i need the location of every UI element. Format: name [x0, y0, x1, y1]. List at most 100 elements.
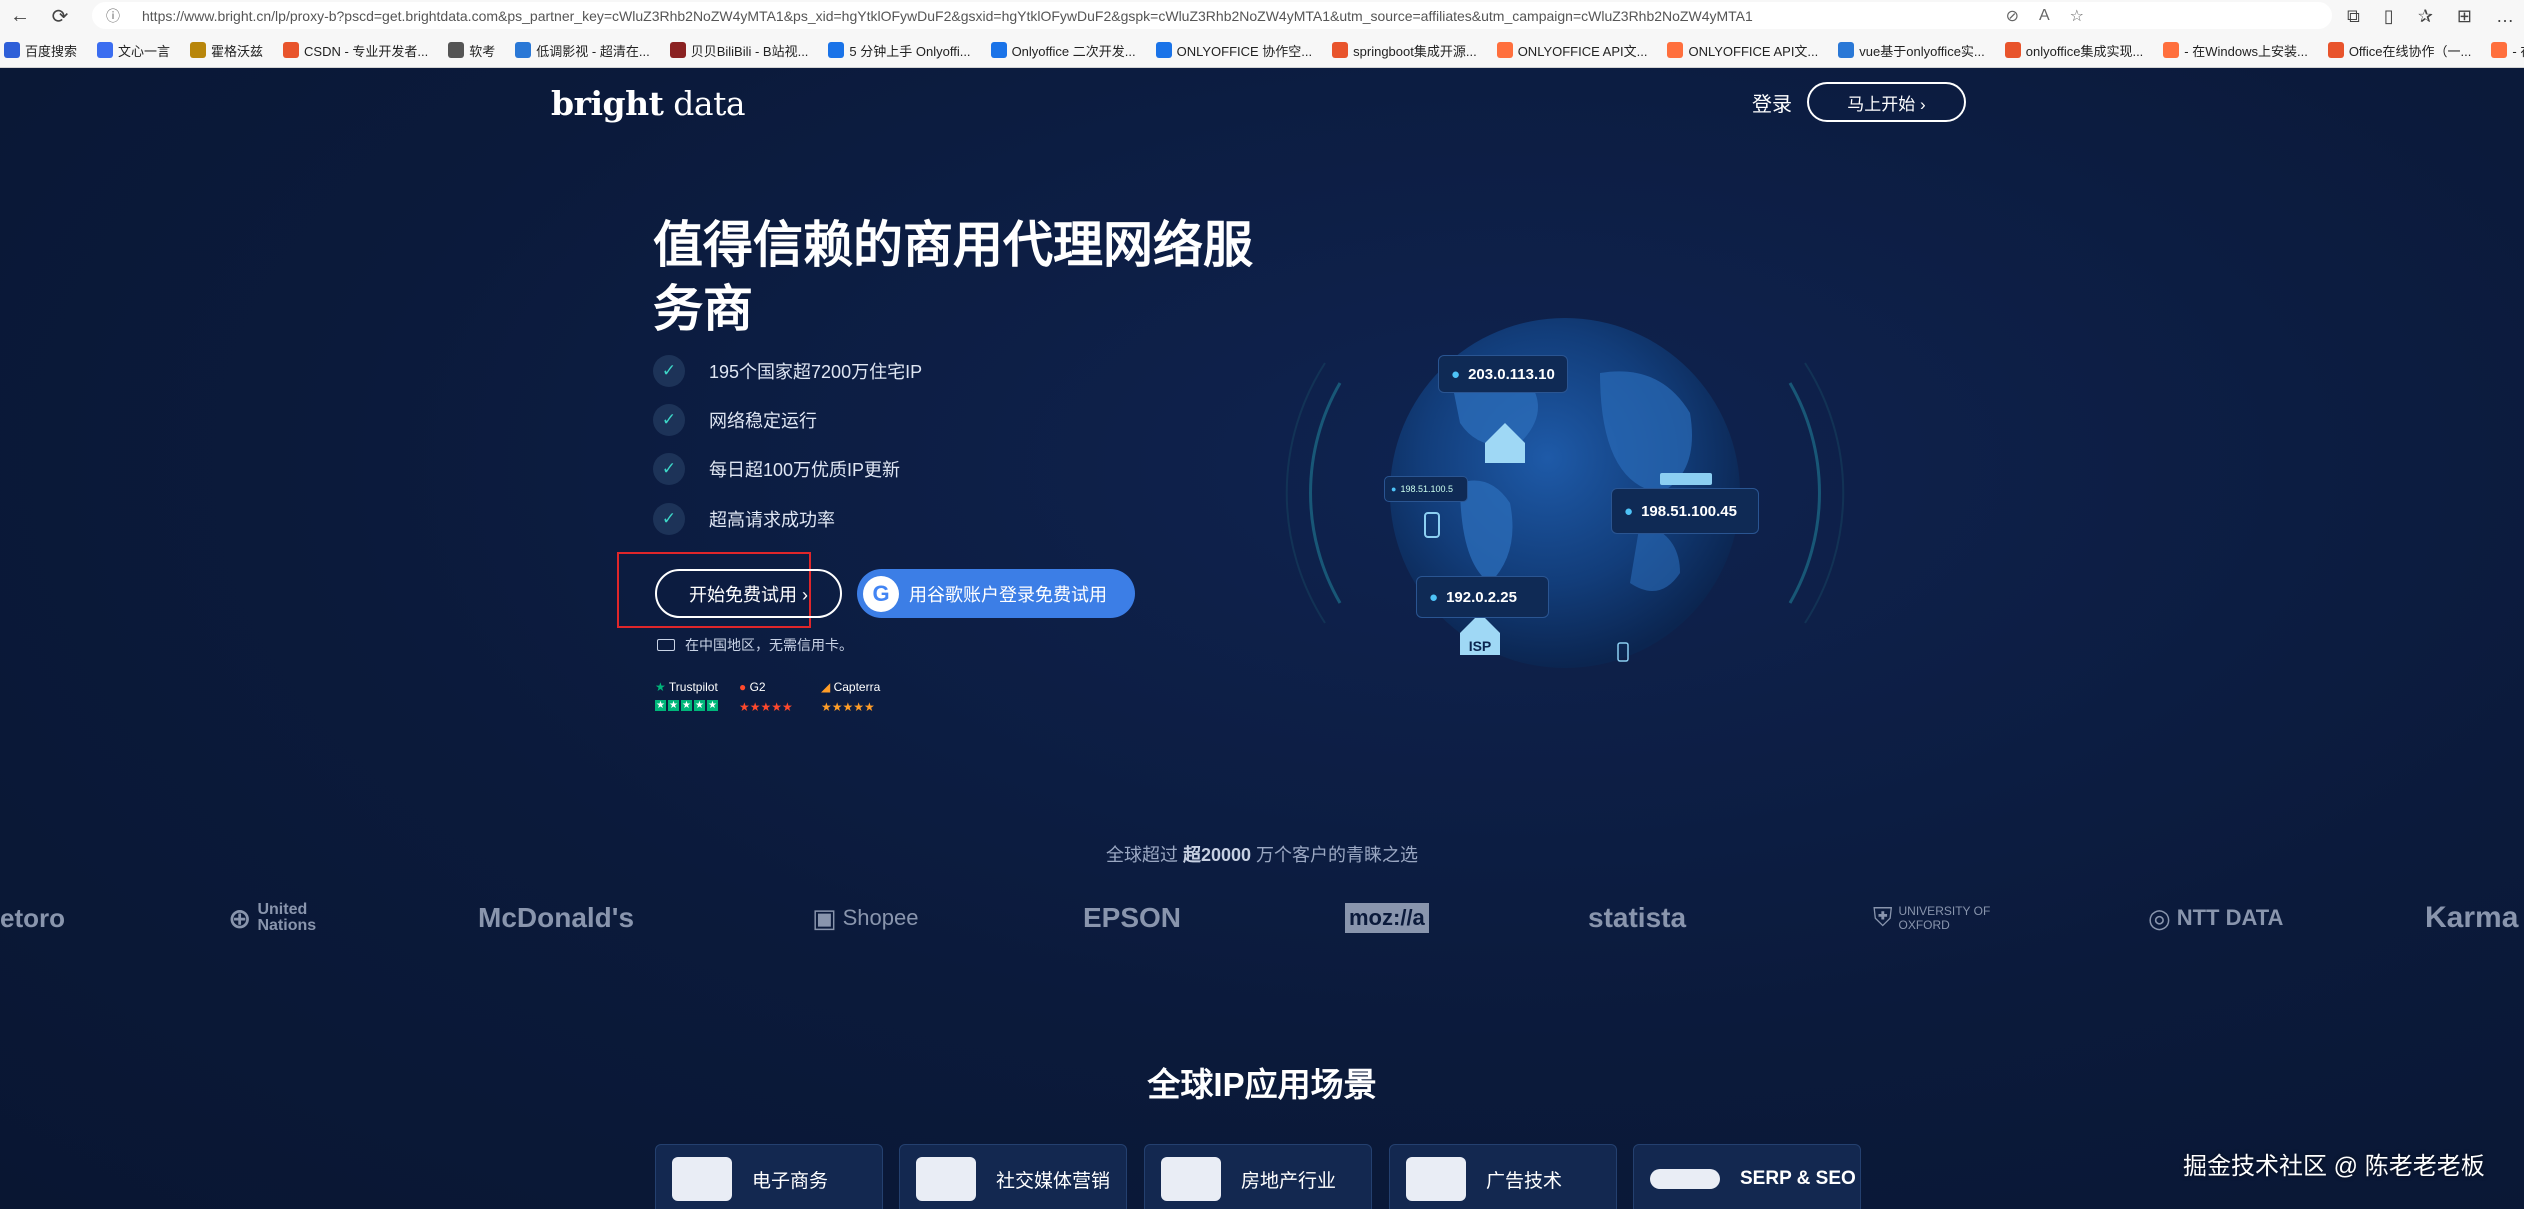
vue-icon [1838, 42, 1855, 58]
feature-item: ✓ 网络稳定运行 [653, 403, 817, 437]
start-free-trial-button[interactable]: 开始免费试用 › [655, 569, 842, 618]
real-estate-icon [1161, 1157, 1221, 1201]
scenes-title: 全球IP应用场景 [1147, 1066, 1377, 1103]
read-aloud-icon[interactable]: A [2039, 7, 2050, 25]
un-emblem-icon: ⊕ [228, 902, 252, 934]
bookmark-item[interactable]: 5 分钟上手 Onlyoffi... [828, 41, 971, 60]
ntt-data-logo: ◎ NTT DATA [2148, 888, 2283, 948]
trustpilot-rating[interactable]: ★ Trustpilot ★ ★ ★ ★ ★ [655, 680, 718, 711]
feature-item: ✓ 195个国家超7200万住宅IP [653, 354, 922, 388]
statista-logo: statista [1588, 902, 1687, 933]
adtech-icon [1406, 1157, 1466, 1201]
bookmark-item[interactable]: 软考 [448, 41, 495, 60]
info-icon[interactable]: ⓘ [106, 6, 122, 26]
star-icon: ★ [681, 700, 692, 711]
feature-item: ✓ 超高请求成功率 [653, 502, 835, 536]
bookmark-label: Office在线协作（一... [2348, 43, 2472, 59]
logo-light-text: data [663, 84, 746, 123]
collections-icon[interactable]: ⊞ [2457, 6, 2472, 27]
folder-icon [448, 42, 465, 58]
check-icon: ✓ [653, 503, 685, 535]
start-now-button[interactable]: 马上开始 › [1807, 82, 1966, 122]
back-icon[interactable]: ← [0, 0, 40, 32]
bookmark-item[interactable]: 贝贝BiliBili - B站视... [669, 41, 809, 60]
film-icon [515, 42, 532, 58]
star-icon: ★ [668, 700, 679, 711]
bookmark-item[interactable]: springboot集成开源... [1332, 41, 1477, 60]
bookmark-item[interactable]: onlyoffice集成实现... [2004, 41, 2143, 60]
bookmark-item[interactable]: ONLYOFFICE 协作空... [1155, 41, 1313, 60]
capterra-rating[interactable]: ◢ Capterra ★★★★★ [821, 680, 880, 714]
united-nations-text: United Nations [257, 901, 317, 934]
etoro-logo: etoro [0, 902, 65, 933]
feature-item: ✓ 每日超100万优质IP更新 [653, 452, 900, 486]
ip-tag-text: 198.51.100.45 [1641, 502, 1737, 520]
customer-logos: etoro ⊕ United Nations McDonald's ▣ Shopee… [0, 888, 2524, 948]
csdn-icon [283, 42, 300, 58]
scene-card-ecommerce[interactable]: 电子商务 [655, 1144, 883, 1209]
bookmark-label: - 在Windows上安装... [2184, 43, 2308, 59]
trustpilot-star-icon: ★ [655, 680, 666, 694]
karma-logo: Karma [2425, 901, 2519, 934]
scene-card-label: 广告技术 [1486, 1170, 1563, 1192]
scene-card-label: SERP & SEO [1740, 1168, 1856, 1189]
ip-tag-text: 198.51.100.5 [1400, 484, 1453, 494]
bookmark-item[interactable]: CSDN - 专业开发者... [283, 41, 428, 60]
onlyoffice-icon [2163, 42, 2180, 58]
star-icon: ★ [694, 700, 705, 711]
scene-card-social-media[interactable]: 社交媒体营销 [899, 1144, 1127, 1209]
bookmark-item[interactable]: 低调影视 - 超清在... [515, 41, 650, 60]
bookmark-item[interactable]: vue基于onlyoffice实... [1838, 41, 1985, 60]
translate-icon[interactable]: ⊘ [2006, 6, 2019, 26]
bright-data-logo[interactable]: bright data [551, 84, 746, 123]
globe-illustration: ISP ● 203.0.113.10 ● 198.51.100.45 ● 192.0.… [1280, 283, 1850, 713]
extensions-icon[interactable]: ⧉ [2347, 6, 2360, 27]
bookmark-label: 文心一言 [118, 43, 171, 59]
google-signup-button[interactable]: G 用谷歌账户登录免费试用 [857, 569, 1135, 618]
scene-card-adtech[interactable]: 广告技术 [1389, 1144, 1617, 1209]
star-icon: ★ [707, 700, 718, 711]
rating-stars: ★★★★★ [821, 700, 880, 714]
favorite-star-icon[interactable]: ☆ [2070, 6, 2084, 26]
rating-name: Capterra [833, 680, 881, 694]
reload-icon[interactable]: ⟳ [40, 0, 80, 32]
customers-count: 超20000 [1182, 845, 1252, 865]
customers-prefix: 全球超过 [1105, 845, 1183, 865]
hogwarts-icon [190, 42, 207, 58]
bookmark-label: ONLYOFFICE 协作空... [1176, 43, 1313, 59]
menu-dots-icon[interactable]: … [2496, 6, 2514, 27]
bookmark-item[interactable]: Onlyoffice 二次开发... [990, 41, 1136, 60]
scene-card-real-estate[interactable]: 房地产行业 [1144, 1144, 1372, 1209]
bookmark-label: 低调影视 - 超清在... [536, 43, 650, 59]
bookmark-item[interactable]: 百度搜索 [4, 41, 77, 60]
bookmark-item[interactable]: - 在Windows上安装... [2163, 41, 2308, 60]
feature-text: 195个国家超7200万住宅IP [709, 362, 923, 382]
url-text[interactable]: https://www.bright.cn/lp/proxy-b?pscd=ge… [142, 8, 1753, 24]
bookmark-item[interactable]: ONLYOFFICE API文... [1667, 41, 1818, 60]
g2-icon: ● [739, 680, 747, 694]
favorites-icon[interactable]: ✰ [2418, 6, 2433, 27]
bookmark-item[interactable]: Office在线协作（一... [2327, 41, 2472, 60]
feature-text: 超高请求成功率 [709, 510, 835, 530]
customers-tagline: 全球超过 超20000 万个客户的青睐之选 [0, 841, 2524, 867]
g2-rating[interactable]: ● G2 ★★★★★ [739, 680, 793, 714]
rating-stars: ★★★★★ [739, 700, 793, 714]
shopee-bag-icon: ▣ [812, 902, 837, 933]
scene-card-serp-seo[interactable]: SERP & SEO [1633, 1144, 1861, 1209]
address-bar[interactable]: ⓘ https://www.bright.cn/lp/proxy-b?pscd=… [92, 2, 2332, 29]
login-link[interactable]: 登录 [1752, 88, 1792, 117]
ernie-icon [97, 42, 114, 58]
bookmark-item[interactable]: 文心一言 [97, 41, 170, 60]
epson-logo: EPSON [1083, 902, 1182, 933]
check-icon: ✓ [653, 355, 685, 387]
split-screen-icon[interactable]: ▯ [2384, 6, 2394, 27]
mozilla-logo: moz://a [1345, 903, 1429, 933]
location-pin-icon: ● [1451, 365, 1461, 383]
bookmark-item[interactable]: 霍格沃兹 [190, 41, 263, 60]
onlyoffice-icon [1667, 42, 1684, 58]
bookmark-label: 贝贝BiliBili - B站视... [690, 43, 809, 59]
bookmark-item[interactable]: ONLYOFFICE API文... [1496, 41, 1647, 60]
rating-stars: ★★★★★ [655, 700, 718, 711]
shopee-text: Shopee [842, 905, 919, 930]
bookmark-item[interactable]: - 在Windows上安装... [2491, 41, 2524, 60]
